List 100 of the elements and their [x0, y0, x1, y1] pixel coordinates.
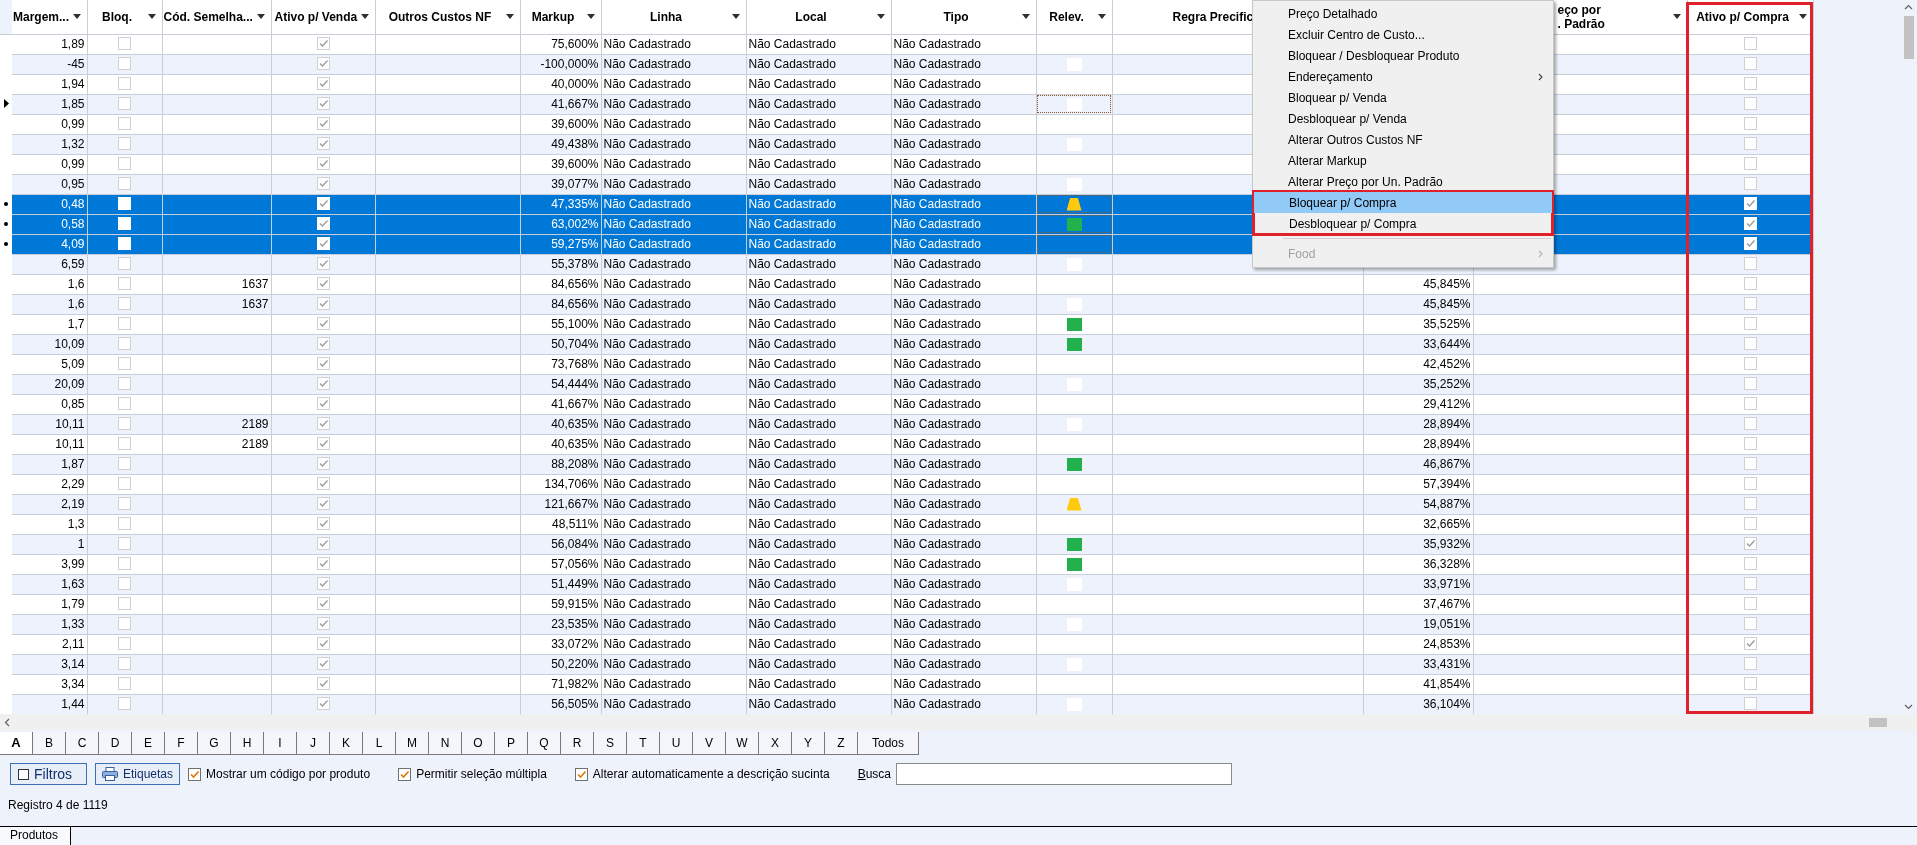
table-cell: 1,89	[12, 34, 87, 54]
table-cell: 6,59	[12, 254, 87, 274]
column-header[interactable]: Cód. Semelha...	[162, 0, 271, 34]
scroll-down-icon[interactable]	[1904, 704, 1913, 710]
menu-item[interactable]: Alterar Markup	[1253, 150, 1553, 171]
menu-item[interactable]: Alterar Preço por Un. Padrão	[1253, 171, 1553, 192]
letter-tab[interactable]: I	[264, 732, 297, 755]
letter-tab[interactable]: P	[495, 732, 528, 755]
caret-icon	[1097, 14, 1106, 20]
letter-tab[interactable]: F	[165, 732, 198, 755]
column-header[interactable]: Outros Custos NF	[375, 0, 520, 34]
letter-tab[interactable]: C	[66, 732, 99, 755]
printer-icon	[102, 767, 118, 781]
row-dot-icon	[4, 222, 8, 227]
table-cell: 0,99	[12, 114, 87, 134]
table-cell: 0,85	[12, 394, 87, 414]
menu-item[interactable]: Bloquear p/ Venda	[1253, 87, 1553, 108]
checkbox-label: Mostrar um código por produto	[206, 767, 371, 781]
row-dot-icon	[4, 242, 8, 247]
caret-icon	[1021, 14, 1030, 20]
sheet-tab[interactable]: Produtos	[0, 827, 72, 845]
caret-icon	[731, 14, 740, 20]
menu-item[interactable]: Alterar Outros Custos NF	[1253, 129, 1553, 150]
letter-tab[interactable]: S	[594, 732, 627, 755]
letter-tab[interactable]: X	[759, 732, 792, 755]
table-cell: 0,58	[12, 214, 87, 234]
table-cell: 1,33	[12, 614, 87, 634]
scroll-up-icon[interactable]	[1904, 4, 1913, 10]
column-header[interactable]: Margem...	[12, 0, 87, 34]
table-cell: 20,09	[12, 374, 87, 394]
table-cell: 5,09	[12, 354, 87, 374]
letter-tab[interactable]: U	[660, 732, 693, 755]
row-dot-icon	[4, 202, 8, 207]
column-header[interactable]: Bloq.	[87, 0, 162, 34]
checkbox[interactable]	[398, 767, 412, 781]
letter-tab[interactable]: K	[330, 732, 363, 755]
column-header[interactable]: Relev.	[1036, 0, 1112, 34]
table-cell: 1,44	[12, 694, 87, 714]
menu-item[interactable]: Bloquear p/ Compra	[1254, 192, 1552, 213]
scrollbar-thumb[interactable]	[1869, 717, 1887, 727]
table-cell: 2,11	[12, 634, 87, 654]
search-field[interactable]	[896, 763, 1233, 785]
letter-tab[interactable]: Z	[825, 732, 858, 755]
letter-tab[interactable]: R	[561, 732, 594, 755]
caret-icon	[1672, 14, 1681, 20]
toolbar-button[interactable]: Etiquetas	[95, 763, 181, 785]
column-header[interactable]: Local	[746, 0, 891, 34]
table-cell: 10,09	[12, 334, 87, 354]
table-cell: 1	[12, 534, 87, 554]
table-cell: 1,7	[12, 314, 87, 334]
checkbox[interactable]	[188, 767, 202, 781]
letter-tab[interactable]: A	[0, 732, 33, 755]
table-cell: 3,99	[12, 554, 87, 574]
letter-tab[interactable]: V	[693, 732, 726, 755]
caret-icon	[505, 14, 514, 20]
menu-item[interactable]: Desbloquear p/ Compra	[1254, 213, 1552, 234]
column-header[interactable]: Tipo	[891, 0, 1036, 34]
menu-item[interactable]: Bloquear / Desbloquear Produto	[1253, 45, 1553, 66]
letter-tab[interactable]: L	[363, 732, 396, 755]
table-cell: 1,94	[12, 74, 87, 94]
caret-icon	[586, 14, 595, 20]
column-header[interactable]: Ativo p/ Venda	[271, 0, 375, 34]
table-cell: 0,48	[12, 194, 87, 214]
letter-tab[interactable]: W	[726, 732, 759, 755]
letter-tab[interactable]: E	[132, 732, 165, 755]
table-cell: 10,11	[12, 414, 87, 434]
letter-tab[interactable]: J	[297, 732, 330, 755]
menu-item[interactable]: Desbloquear p/ Venda	[1253, 108, 1553, 129]
menu-item[interactable]: Endereçamento	[1253, 66, 1553, 87]
table-cell: 1,87	[12, 454, 87, 474]
table-cell: 0,99	[12, 154, 87, 174]
column-header[interactable]: Linha	[601, 0, 746, 34]
table-cell: 0,95	[12, 174, 87, 194]
letter-tab[interactable]: N	[429, 732, 462, 755]
caret-icon	[361, 14, 370, 20]
letter-tab[interactable]: B	[33, 732, 66, 755]
table-cell: 1,32	[12, 134, 87, 154]
table-cell: 1,63	[12, 574, 87, 594]
letter-tab[interactable]: D	[99, 732, 132, 755]
table-cell: 1,79	[12, 594, 87, 614]
letter-tab[interactable]: Y	[792, 732, 825, 755]
horizontal-scrollbar[interactable]	[0, 714, 1917, 730]
letter-tab[interactable]: H	[231, 732, 264, 755]
letter-tab[interactable]: M	[396, 732, 429, 755]
column-header[interactable]: Markup	[520, 0, 601, 34]
scroll-left-icon[interactable]	[4, 717, 10, 727]
checkbox-label: Permitir seleção múltipla	[416, 767, 547, 781]
toolbar-button[interactable]: Filtros	[10, 763, 87, 785]
caret-icon	[256, 14, 265, 20]
caret-icon	[1798, 14, 1807, 20]
checkbox[interactable]	[574, 767, 588, 781]
table-cell: 1,6	[12, 294, 87, 314]
letter-tab[interactable]: T	[627, 732, 660, 755]
letter-tab[interactable]: G	[198, 732, 231, 755]
table-cell: 2,29	[12, 474, 87, 494]
table-cell: -45	[12, 54, 87, 74]
scrollbar-thumb[interactable]	[1903, 16, 1914, 59]
letter-tab[interactable]: Q	[528, 732, 561, 755]
letter-tab[interactable]: O	[462, 732, 495, 755]
letter-tab[interactable]: Todos	[858, 732, 920, 755]
